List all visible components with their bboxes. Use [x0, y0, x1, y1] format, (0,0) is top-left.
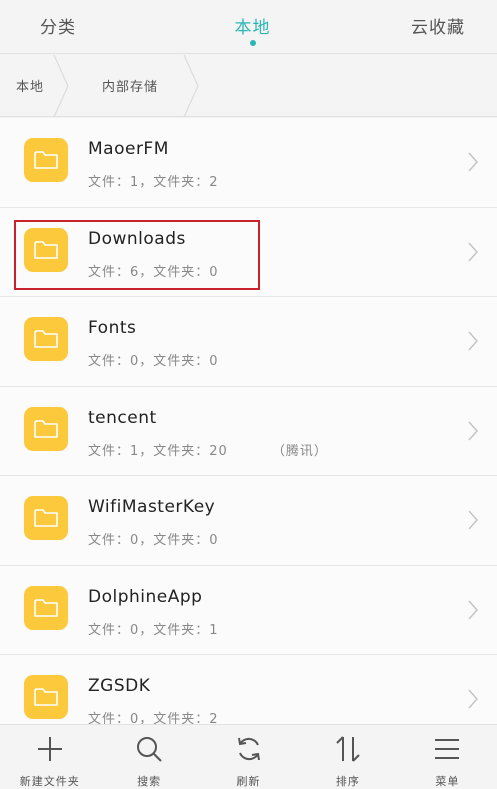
folder-meta: 文件：0，文件夹：2	[88, 712, 219, 724]
menu-icon	[435, 739, 460, 759]
refresh-label: 刷新	[236, 775, 261, 788]
tab-local-label: 本地	[234, 18, 271, 38]
folder-meta: 文件：1，文件夹：2	[88, 175, 219, 190]
tab-cloud-favorites-label: 云收藏	[411, 18, 466, 38]
breadcrumb-separator	[183, 54, 199, 117]
folder-icon	[24, 227, 68, 272]
folder-icon	[24, 675, 68, 719]
folder-meta: 文件：0，文件夹：1	[88, 622, 219, 638]
menu-button[interactable]: 菜单	[398, 725, 497, 789]
list-item[interactable]: Fonts 文件：0，文件夹：0	[0, 297, 497, 387]
plus-icon	[37, 737, 62, 761]
folder-icon	[24, 317, 68, 361]
sort-icon	[336, 736, 360, 762]
search-icon	[137, 737, 162, 762]
list-item[interactable]: ZGSDK 文件：0，文件夹：2	[0, 655, 497, 724]
chevron-right-icon	[468, 331, 479, 351]
folder-icon	[24, 138, 68, 182]
folder-name: tencent	[88, 407, 157, 428]
folder-meta: 文件：0，文件夹：0	[88, 354, 219, 369]
chevron-right-icon	[468, 152, 479, 172]
tab-local[interactable]: 本地	[182, 0, 324, 46]
folder-name: DolphineApp	[88, 586, 203, 607]
list-item[interactable]: MaoerFM 文件：1，文件夹：2	[0, 118, 497, 208]
chevron-right-icon	[468, 421, 479, 440]
breadcrumb: 本地 内部存储	[0, 54, 497, 117]
folder-icon	[24, 406, 68, 451]
tab-category[interactable]: 分类	[0, 0, 182, 38]
top-tab-bar: 分类 本地 云收藏	[0, 0, 497, 54]
breadcrumb-item-label: 内部存储	[102, 80, 159, 95]
sort-label: 排序	[335, 775, 360, 788]
menu-label: 菜单	[435, 775, 460, 788]
folder-meta: 文件：6，文件夹：0	[88, 264, 219, 280]
breadcrumb-item-label: 本地	[16, 80, 45, 95]
chevron-right-icon	[468, 689, 479, 709]
refresh-button[interactable]: 刷新	[199, 725, 298, 789]
folder-name: WifiMasterKey	[88, 497, 216, 517]
sort-button[interactable]: 排序	[298, 725, 397, 789]
tab-category-label: 分类	[40, 18, 76, 38]
search-label: 搜索	[137, 775, 162, 788]
new-folder-label: 新建文件夹	[19, 775, 80, 788]
list-item[interactable]: tencent 文件：1，文件夹：20 （腾讯）	[0, 386, 497, 476]
breadcrumb-item-local[interactable]: 本地	[0, 54, 72, 117]
folder-list[interactable]: MaoerFM 文件：1，文件夹：2 Downloads 文件：6，文件夹：0 …	[0, 118, 497, 724]
folder-icon	[24, 496, 68, 540]
folder-name: ZGSDK	[88, 676, 151, 696]
folder-name: Fonts	[88, 318, 137, 338]
chevron-right-icon	[468, 600, 479, 619]
bottom-toolbar: 新建文件夹 搜索 刷新 排序 菜单	[0, 724, 497, 789]
folder-name: MaoerFM	[88, 139, 169, 159]
breadcrumb-item-internal-storage[interactable]: 内部存储	[72, 54, 202, 117]
breadcrumb-separator	[53, 54, 69, 117]
new-folder-button[interactable]: 新建文件夹	[0, 725, 99, 789]
list-item[interactable]: Downloads 文件：6，文件夹：0	[0, 207, 497, 297]
chevron-right-icon	[468, 242, 479, 261]
folder-icon	[24, 585, 68, 630]
chevron-right-icon	[468, 510, 479, 530]
refresh-icon	[237, 737, 260, 761]
folder-name: Downloads	[88, 228, 186, 249]
folder-alias: （腾讯）	[271, 443, 328, 459]
search-button[interactable]: 搜索	[99, 725, 198, 789]
list-item[interactable]: DolphineApp 文件：0，文件夹：1	[0, 565, 497, 655]
tab-cloud-favorites[interactable]: 云收藏	[323, 0, 497, 38]
active-tab-indicator	[249, 40, 256, 46]
folder-meta: 文件：1，文件夹：20 （腾讯）	[88, 443, 328, 459]
folder-meta: 文件：0，文件夹：0	[88, 533, 219, 548]
list-item[interactable]: WifiMasterKey 文件：0，文件夹：0	[0, 476, 497, 566]
